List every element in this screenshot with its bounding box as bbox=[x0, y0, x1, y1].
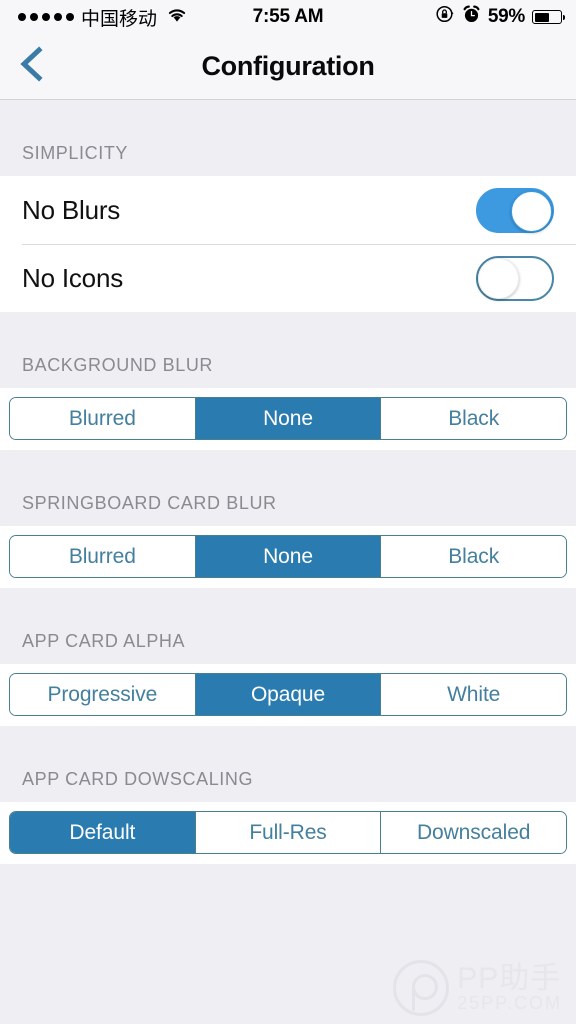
chevron-left-icon bbox=[17, 45, 45, 88]
section-header-label: APP CARD ALPHA bbox=[22, 631, 186, 651]
segmented-control-app-card-alpha[interactable]: Progressive Opaque White bbox=[9, 673, 567, 716]
app-card-alpha-band: Progressive Opaque White bbox=[0, 664, 576, 726]
segment-option[interactable]: White bbox=[380, 674, 566, 715]
watermark-url: 25PP.COM bbox=[457, 993, 562, 1014]
section-header-app-card-alpha: APP CARD ALPHA bbox=[0, 588, 576, 664]
status-bar-right: 59% bbox=[435, 4, 565, 30]
segment-option[interactable]: Progressive bbox=[10, 674, 195, 715]
toggle-no-blurs[interactable] bbox=[476, 187, 554, 233]
segment-option[interactable]: Black bbox=[380, 536, 566, 577]
back-button[interactable] bbox=[8, 44, 54, 90]
segmented-control-springboard-card-blur[interactable]: Blurred None Black bbox=[9, 535, 567, 578]
section-header-background-blur: BACKGROUND BLUR bbox=[0, 312, 576, 388]
pp-logo-icon bbox=[393, 960, 450, 1016]
battery-percent-label: 59% bbox=[487, 6, 525, 27]
segment-option[interactable]: None bbox=[194, 536, 381, 577]
row-label: No Blurs bbox=[22, 194, 121, 225]
page-title: Configuration bbox=[201, 51, 375, 81]
row-label: No Icons bbox=[22, 262, 124, 293]
row-no-blurs[interactable]: No Blurs bbox=[0, 176, 576, 244]
toggle-no-icons[interactable] bbox=[476, 255, 554, 301]
segment-option[interactable]: Black bbox=[380, 398, 566, 439]
section-header-label: SPRINGBOARD CARD BLUR bbox=[22, 493, 277, 513]
section-header-label: BACKGROUND BLUR bbox=[22, 355, 214, 375]
settings-list[interactable]: SIMPLICITY No Blurs No Icons BACKGROUND … bbox=[0, 100, 576, 1024]
simplicity-group: No Blurs No Icons bbox=[0, 176, 576, 312]
section-header-app-card-downscaling: APP CARD DOWSCALING bbox=[0, 726, 576, 802]
battery-icon bbox=[532, 10, 565, 24]
watermark-name: PP助手 bbox=[457, 961, 562, 995]
segment-option[interactable]: Blurred bbox=[10, 398, 195, 439]
watermark-text: PP助手 25PP.COM bbox=[457, 963, 562, 1013]
section-header-label: APP CARD DOWSCALING bbox=[22, 769, 254, 789]
segment-option[interactable]: Default bbox=[10, 812, 195, 853]
app-card-downscaling-band: Default Full-Res Downscaled bbox=[0, 802, 576, 864]
segmented-control-background-blur[interactable]: Blurred None Black bbox=[9, 397, 567, 440]
toggle-knob bbox=[478, 257, 519, 299]
signal-strength-icon bbox=[18, 13, 74, 21]
row-no-icons[interactable]: No Icons bbox=[0, 244, 576, 312]
section-header-simplicity: SIMPLICITY bbox=[0, 100, 576, 176]
segment-option[interactable]: Full-Res bbox=[194, 812, 381, 853]
section-header-label: SIMPLICITY bbox=[22, 143, 129, 163]
segment-option[interactable]: Blurred bbox=[10, 536, 195, 577]
toggle-knob bbox=[511, 190, 552, 232]
alarm-clock-icon bbox=[462, 5, 481, 30]
watermark: PP助手 25PP.COM bbox=[393, 960, 562, 1016]
status-bar-left: 中国移动 bbox=[18, 4, 188, 31]
segment-option[interactable]: Opaque bbox=[194, 674, 381, 715]
status-bar: 中国移动 7:55 AM 59% bbox=[0, 0, 576, 34]
segment-option[interactable]: None bbox=[194, 398, 381, 439]
navigation-bar: Configuration bbox=[0, 34, 576, 100]
springboard-card-blur-band: Blurred None Black bbox=[0, 526, 576, 588]
background-blur-band: Blurred None Black bbox=[0, 388, 576, 450]
carrier-label: 中国移动 bbox=[81, 8, 158, 30]
segment-option[interactable]: Downscaled bbox=[380, 812, 566, 853]
rotation-lock-icon bbox=[435, 4, 455, 30]
section-header-springboard-card-blur: SPRINGBOARD CARD BLUR bbox=[0, 450, 576, 526]
wifi-icon bbox=[166, 6, 188, 29]
segmented-control-app-card-downscaling[interactable]: Default Full-Res Downscaled bbox=[9, 811, 567, 854]
